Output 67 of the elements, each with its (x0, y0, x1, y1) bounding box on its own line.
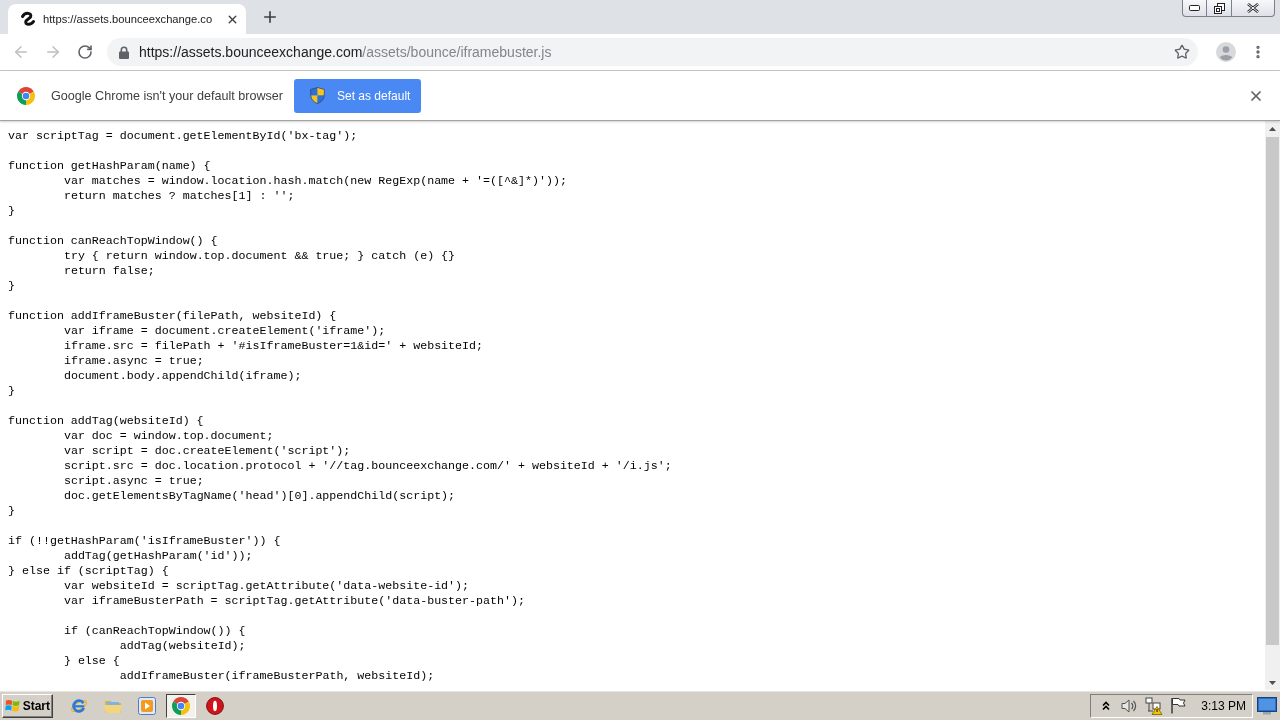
code-line: } else { (63, 653, 120, 668)
down-triangle-icon (1269, 680, 1276, 685)
browser-logo-icon (17, 86, 35, 105)
code-line: function canReachTopWindow() { (8, 233, 218, 248)
code-line: return matches ? matches[1] : ''; (63, 188, 295, 203)
code-line: addTag(websiteId); (119, 638, 246, 653)
code-line: document.body.appendChild(iframe); (63, 368, 302, 383)
code-line: function getHashParam(name) { (8, 158, 211, 173)
code-line: iframe.async = true; (63, 353, 204, 368)
code-line: function addIframeBuster(filePath, websiteId) { (8, 308, 337, 323)
code-line: var doc = window.top.document; (63, 428, 274, 443)
code-line: } (8, 203, 15, 218)
browser-tab[interactable]: https://assets.bounceexchange.co (8, 4, 246, 34)
code-line: doc.getElementsByTagName('head')[0].appendChild(script); (63, 488, 456, 503)
start-button[interactable]: Start (2, 693, 53, 718)
code-line: var websiteId = scriptTag.getAttribute('data-website-id'); (63, 578, 470, 593)
code-line: } (8, 503, 15, 518)
close-window-button[interactable] (1231, 0, 1275, 17)
code-line: addIframeBuster(iframeBusterPath, websiteId); (119, 668, 435, 683)
star-icon (1174, 44, 1190, 60)
clock-text: 3:13 PM (1201, 698, 1246, 713)
code-line: script.async = true; (63, 473, 204, 488)
code-line: } (8, 278, 15, 293)
restore-button[interactable] (1206, 0, 1232, 17)
code-line: function addTag(websiteId) { (8, 413, 204, 428)
code-line: var scriptTag = document.getElementById('bx-tag'); (8, 128, 358, 143)
restore-icon (1213, 2, 1225, 14)
close-icon (1247, 3, 1259, 13)
chevrons-up-icon (1102, 700, 1111, 711)
minimize-icon (1189, 5, 1200, 11)
network-warning-icon (1145, 696, 1164, 715)
shield-icon (310, 87, 325, 104)
play-icon (138, 696, 156, 715)
flag-icon (1170, 697, 1187, 714)
plus-icon (261, 8, 279, 26)
infobar-message: Google Chrome isn't your default browser (51, 88, 283, 103)
reload-icon (77, 44, 93, 60)
code-line: var iframeBusterPath = scriptTag.getAttribute('data-buster-path'); (63, 593, 525, 608)
network-button[interactable] (1145, 696, 1164, 715)
browser-logo-icon (172, 696, 190, 715)
show-desktop-button[interactable] (1256, 694, 1278, 717)
code-line: } (8, 383, 15, 398)
code-line: } else if (scriptTag) { (8, 563, 169, 578)
circle-logo-icon (206, 696, 224, 715)
action-center-button[interactable] (1169, 696, 1188, 715)
lock-icon (119, 45, 129, 59)
arrow-right-icon (44, 43, 62, 61)
windows-flag-icon (5, 698, 21, 713)
monitor-icon (1257, 696, 1277, 715)
e-logo-icon (70, 696, 88, 715)
minimize-button[interactable] (1182, 0, 1207, 17)
code-line: try { return window.top.document && true; } catch (e) {} (63, 248, 456, 263)
code-line: iframe.src = filePath + '#isIframeBuster=1&id=' + websiteId; (63, 338, 484, 353)
address-field[interactable]: https://assets.bounceexchange.com/assets/bounce/iframebuster.js (107, 38, 1198, 66)
code-line: var script = doc.createElement('script'); (63, 443, 351, 458)
up-triangle-icon (1269, 126, 1276, 131)
code-line: var iframe = document.createElement('iframe'); (63, 323, 386, 338)
code-line: addTag(getHashParam('id')); (63, 548, 253, 563)
code-line: script.src = doc.location.protocol + '//tag.bounceexchange.com/' + websiteId + '/i.js'; (63, 458, 672, 473)
taskbar-app-button[interactable] (166, 693, 196, 718)
code-line: if (!!getHashParam('isIframeBuster')) { (8, 533, 281, 548)
scrollbar-thumb[interactable] (1266, 137, 1279, 645)
code-line: var matches = window.location.hash.match(new RegExp(name + '=([^&]*)')); (63, 173, 567, 188)
avatar-icon (1216, 42, 1236, 62)
code-line: if (canReachTopWindow()) { (63, 623, 246, 638)
swirl-icon (20, 11, 36, 27)
code-line: return false; (63, 263, 155, 278)
